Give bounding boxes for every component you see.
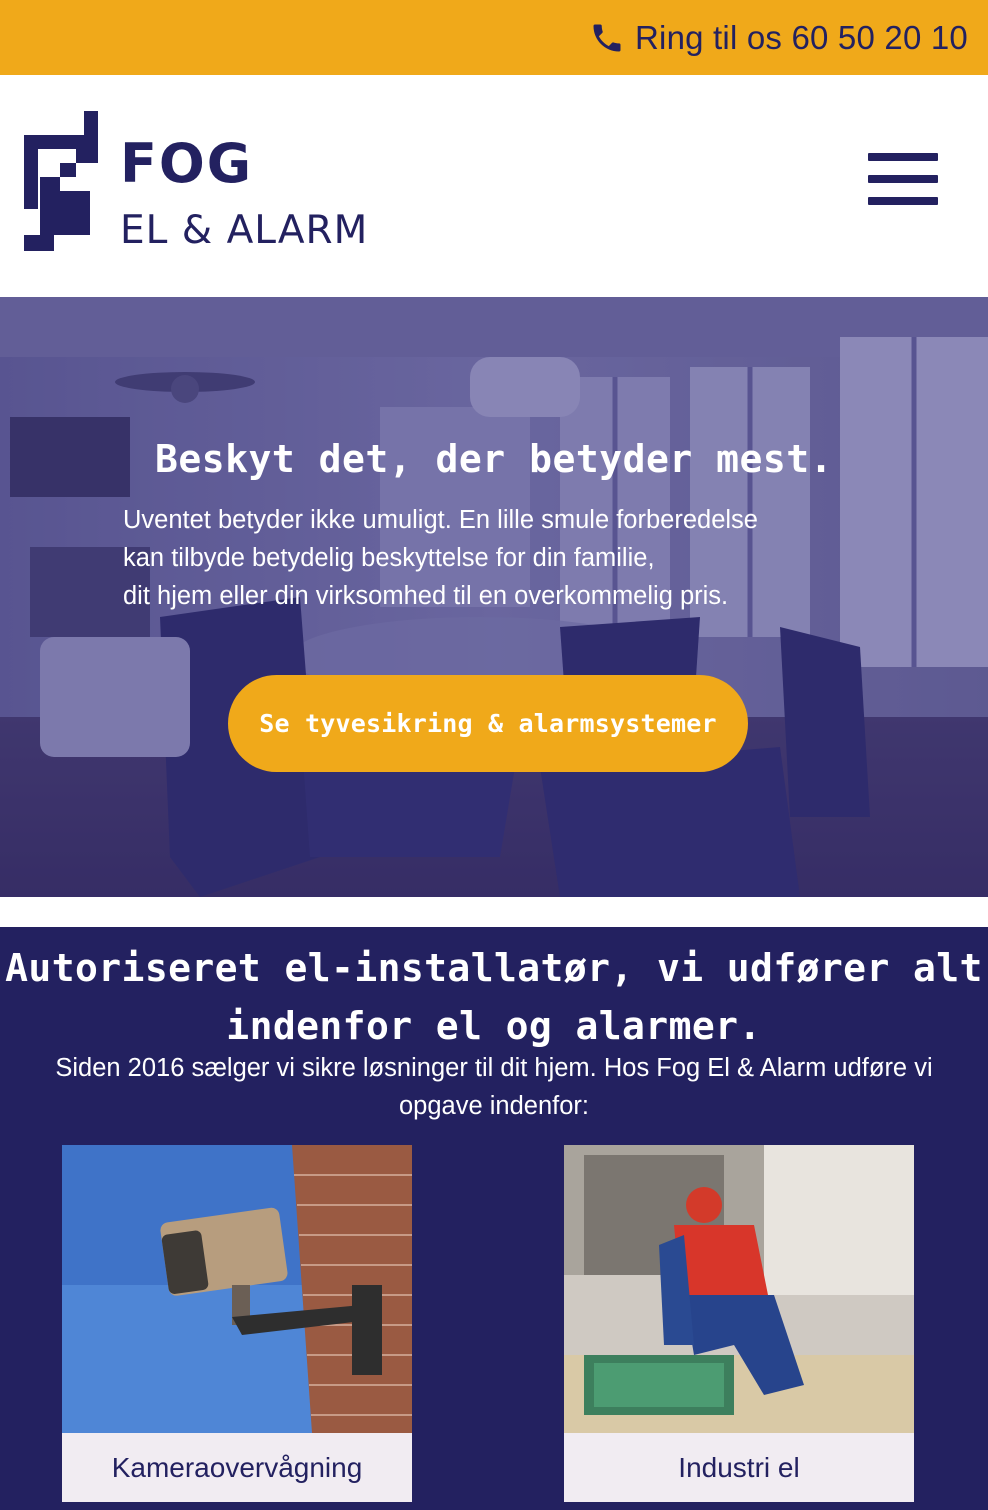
hamburger-menu-icon[interactable] — [868, 153, 938, 205]
services-title-line: Autoriseret el-installatør, vi udfører a… — [5, 946, 983, 990]
hero-description: Uventet betyder ikke umuligt. En lille s… — [123, 501, 883, 615]
phone-icon — [593, 24, 621, 51]
logo[interactable]: FOG EL & ALARM — [24, 111, 367, 251]
service-card-camera[interactable]: Kameraovervågning — [62, 1145, 412, 1502]
services-description-line: Siden 2016 sælger vi sikre løsninger til… — [55, 1054, 933, 1082]
hero-description-line: Uventet betyder ikke umuligt. En lille s… — [123, 506, 758, 534]
hero-description-line: kan tilbyde betydelig beskyttelse for di… — [123, 544, 655, 572]
hero-title: Beskyt det, der betyder mest. — [155, 437, 833, 481]
top-contact-bar: Ring til os 60 50 20 10 — [0, 0, 988, 75]
hamburger-bar — [868, 197, 938, 205]
service-card-industrial[interactable]: Industri el — [564, 1145, 914, 1502]
hero-description-line: dit hjem eller din virksomhed til en ove… — [123, 582, 729, 610]
hamburger-bar — [868, 153, 938, 161]
services-description-line: opgave indenfor: — [399, 1092, 589, 1120]
camera-surveillance-image — [62, 1145, 412, 1433]
services-title-line: indenfor el og alarmer. — [226, 1004, 762, 1048]
hero-section: Beskyt det, der betyder mest. Uventet be… — [0, 297, 988, 897]
service-card-label: Kameraovervågning — [62, 1433, 412, 1502]
services-description: Siden 2016 sælger vi sikre løsninger til… — [0, 1049, 988, 1125]
industrial-electrician-image — [564, 1145, 914, 1433]
phone-label: Ring til os 60 50 20 10 — [635, 18, 968, 56]
services-section: Autoriseret el-installatør, vi udfører a… — [0, 927, 988, 1510]
logo-text-el-alarm: EL & ALARM — [120, 208, 369, 253]
site-header: FOG EL & ALARM — [0, 75, 988, 297]
service-card-label: Industri el — [564, 1433, 914, 1502]
hamburger-bar — [868, 175, 938, 183]
logo-mark-icon — [24, 111, 98, 251]
services-title: Autoriseret el-installatør, vi udfører a… — [0, 939, 988, 1055]
phone-link[interactable]: Ring til os 60 50 20 10 — [589, 19, 968, 57]
logo-text-fog: FOG — [120, 132, 254, 195]
alarm-systems-button[interactable]: Se tyvesikring & alarmsystemer — [228, 675, 748, 772]
